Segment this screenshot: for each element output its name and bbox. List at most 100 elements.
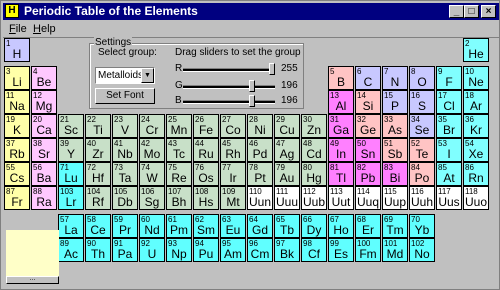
slider-r-thumb[interactable] bbox=[269, 63, 275, 75]
element-cu[interactable]: 29 Cu bbox=[274, 114, 300, 138]
element-eu[interactable]: 63 Eu bbox=[220, 214, 246, 238]
element-hg[interactable]: 80 Hg bbox=[301, 162, 327, 186]
chevron-down-icon[interactable]: ▼ bbox=[141, 68, 154, 83]
element-uun[interactable]: 110 Uun bbox=[247, 186, 273, 210]
element-os[interactable]: 76 Os bbox=[193, 162, 219, 186]
element-cs[interactable]: 55 Cs bbox=[4, 162, 30, 186]
slider-g[interactable] bbox=[183, 80, 275, 92]
element-mn[interactable]: 25 Mn bbox=[166, 114, 192, 138]
element-mo[interactable]: 42 Mo bbox=[139, 138, 165, 162]
element-sb[interactable]: 51 Sb bbox=[382, 138, 408, 162]
element-li[interactable]: 3 Li bbox=[4, 66, 30, 90]
element-fr[interactable]: 87 Fr bbox=[4, 186, 30, 210]
element-sr[interactable]: 38 Sr bbox=[31, 138, 57, 162]
element-ne[interactable]: 10 Ne bbox=[463, 66, 489, 90]
element-rb[interactable]: 37 Rb bbox=[4, 138, 30, 162]
maximize-button[interactable]: □ bbox=[464, 5, 479, 18]
element-po[interactable]: 84 Po bbox=[409, 162, 435, 186]
element-bh[interactable]: 107 Bh bbox=[166, 186, 192, 210]
group-select[interactable]: Metalloids ▼ bbox=[95, 67, 155, 84]
element-ta[interactable]: 73 Ta bbox=[112, 162, 138, 186]
app-icon[interactable]: H bbox=[5, 4, 19, 18]
element-tb[interactable]: 65 Tb bbox=[274, 214, 300, 238]
element-n[interactable]: 7N bbox=[382, 66, 408, 90]
element-as[interactable]: 33 As bbox=[382, 114, 408, 138]
element-md[interactable]: 101 Md bbox=[382, 238, 408, 262]
element-si[interactable]: 14 Si bbox=[355, 90, 381, 114]
element-c[interactable]: 6C bbox=[355, 66, 381, 90]
element-kr[interactable]: 36 Kr bbox=[463, 114, 489, 138]
element-np[interactable]: 93 Np bbox=[166, 238, 192, 262]
element-uuo[interactable]: 118 Uuo bbox=[463, 186, 489, 210]
element-ga[interactable]: 31 Ga bbox=[328, 114, 354, 138]
element-re[interactable]: 75 Re bbox=[166, 162, 192, 186]
element-tm[interactable]: 69 Tm bbox=[382, 214, 408, 238]
minimize-button[interactable]: _ bbox=[449, 5, 464, 18]
element-ba[interactable]: 56 Ba bbox=[31, 162, 57, 186]
element-th[interactable]: 90 Th bbox=[85, 238, 111, 262]
element-cf[interactable]: 98 Cf bbox=[301, 238, 327, 262]
element-y[interactable]: 39 Y bbox=[58, 138, 84, 162]
element-es[interactable]: 99 Es bbox=[328, 238, 354, 262]
element-co[interactable]: 27 Co bbox=[220, 114, 246, 138]
element-ag[interactable]: 47 Ag bbox=[274, 138, 300, 162]
element-zn[interactable]: 30 Zn bbox=[301, 114, 327, 138]
element-ni[interactable]: 28 Ni bbox=[247, 114, 273, 138]
element-db[interactable]: 105 Db bbox=[112, 186, 138, 210]
element-i[interactable]: 53 I bbox=[436, 138, 462, 162]
element-uup[interactable]: 115 Uup bbox=[382, 186, 408, 210]
element-rn[interactable]: 86 Rn bbox=[463, 162, 489, 186]
element-fe[interactable]: 26 Fe bbox=[193, 114, 219, 138]
element-ce[interactable]: 58 Ce bbox=[85, 214, 111, 238]
element-hs[interactable]: 108 Hs bbox=[193, 186, 219, 210]
element-cd[interactable]: 48 Cd bbox=[301, 138, 327, 162]
element-lr[interactable]: 103 Lr bbox=[58, 186, 84, 210]
element-pu[interactable]: 94 Pu bbox=[193, 238, 219, 262]
element-k[interactable]: 19 K bbox=[4, 114, 30, 138]
element-sn[interactable]: 50 Sn bbox=[355, 138, 381, 162]
element-w[interactable]: 74 W bbox=[139, 162, 165, 186]
element-in[interactable]: 49 In bbox=[328, 138, 354, 162]
element-he[interactable]: 2 He bbox=[463, 38, 489, 62]
element-b[interactable]: 5B bbox=[328, 66, 354, 90]
element-lu[interactable]: 71 Lu bbox=[58, 162, 84, 186]
element-er[interactable]: 68 Er bbox=[355, 214, 381, 238]
element-ho[interactable]: 67 Ho bbox=[328, 214, 354, 238]
element-bk[interactable]: 97 Bk bbox=[274, 238, 300, 262]
title-bar[interactable]: H Periodic Table of the Elements _ □ × bbox=[3, 3, 499, 20]
element-au[interactable]: 79 Au bbox=[274, 162, 300, 186]
element-uuq[interactable]: 114 Uuq bbox=[355, 186, 381, 210]
element-f[interactable]: 9F bbox=[436, 66, 462, 90]
element-ar[interactable]: 18 Ar bbox=[463, 90, 489, 114]
element-cr[interactable]: 24 Cr bbox=[139, 114, 165, 138]
element-sg[interactable]: 106 Sg bbox=[139, 186, 165, 210]
element-te[interactable]: 52 Te bbox=[409, 138, 435, 162]
element-s[interactable]: 16 S bbox=[409, 90, 435, 114]
element-uub[interactable]: 112 Uub bbox=[301, 186, 327, 210]
element-at[interactable]: 85 At bbox=[436, 162, 462, 186]
element-ge[interactable]: 32 Ge bbox=[355, 114, 381, 138]
element-uuh[interactable]: 116 Uuh bbox=[409, 186, 435, 210]
element-fm[interactable]: 100 Fm bbox=[355, 238, 381, 262]
element-pm[interactable]: 61 Pm bbox=[166, 214, 192, 238]
element-tc[interactable]: 43 Tc bbox=[166, 138, 192, 162]
set-font-button[interactable]: Set Font bbox=[95, 88, 155, 104]
element-ca[interactable]: 20 Ca bbox=[31, 114, 57, 138]
element-o[interactable]: 8O bbox=[409, 66, 435, 90]
element-uut[interactable]: 113 Uut bbox=[328, 186, 354, 210]
slider-b-thumb[interactable] bbox=[249, 95, 255, 107]
element-dy[interactable]: 66 Dy bbox=[301, 214, 327, 238]
element-cm[interactable]: 96 Cm bbox=[247, 238, 273, 262]
element-mt[interactable]: 109 Mt bbox=[220, 186, 246, 210]
element-se[interactable]: 34 Se bbox=[409, 114, 435, 138]
menu-file[interactable]: File bbox=[9, 21, 27, 37]
close-button[interactable]: × bbox=[481, 5, 496, 18]
element-p[interactable]: 15 P bbox=[382, 90, 408, 114]
slider-b[interactable] bbox=[183, 95, 275, 107]
element-ac[interactable]: 89 Ac bbox=[58, 238, 84, 262]
element-uus[interactable]: 117 Uus bbox=[436, 186, 462, 210]
slider-g-thumb[interactable] bbox=[249, 80, 255, 92]
element-la[interactable]: 57 La bbox=[58, 214, 84, 238]
element-ra[interactable]: 88 Ra bbox=[31, 186, 57, 210]
element-yb[interactable]: 70 Yb bbox=[409, 214, 435, 238]
